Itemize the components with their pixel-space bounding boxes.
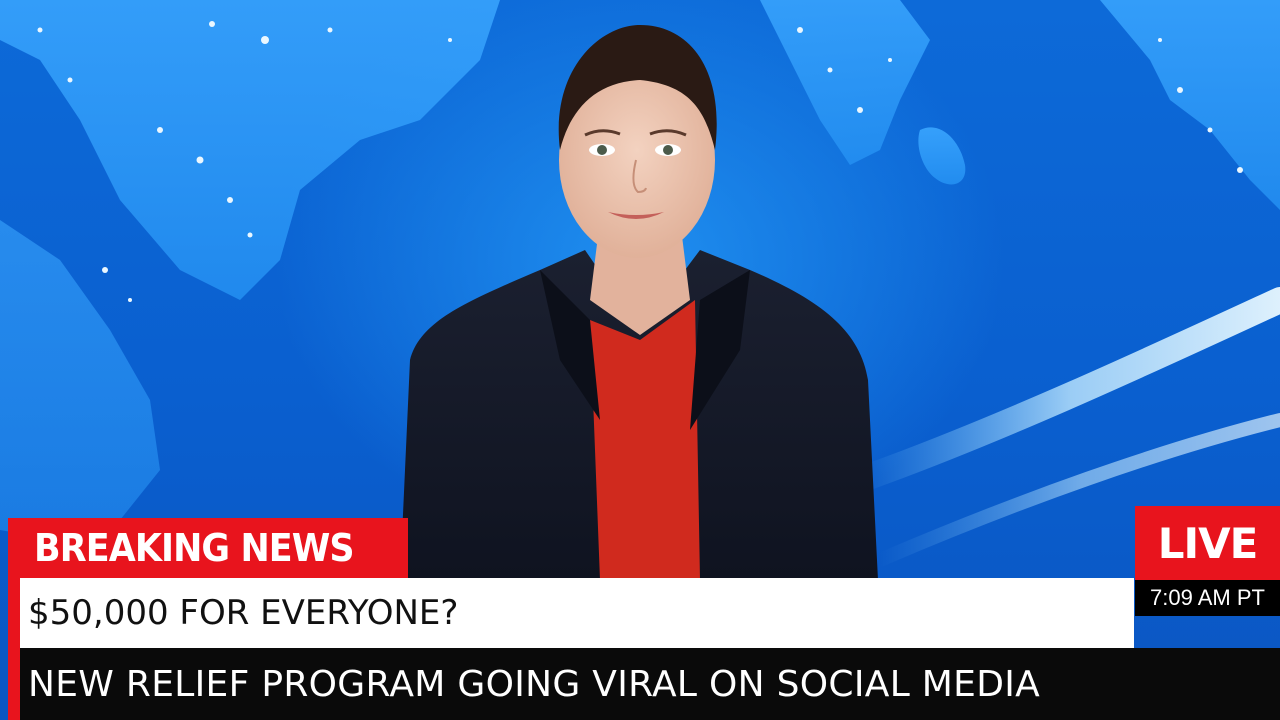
map-landmass-lower bbox=[0, 220, 160, 540]
map-landmass-right bbox=[760, 0, 930, 165]
headline-text: $50,000 FOR EVERYONE? bbox=[28, 593, 459, 633]
live-label: LIVE bbox=[1157, 518, 1259, 568]
map-island bbox=[918, 127, 966, 185]
anchor-blouse bbox=[590, 300, 700, 580]
news-anchor bbox=[400, 25, 878, 580]
live-badge: LIVE bbox=[1135, 506, 1280, 580]
subheadline-bar: NEW RELIEF PROGRAM GOING VIRAL ON SOCIAL… bbox=[20, 648, 1280, 720]
broadcast-frame: BREAKING NEWS $50,000 FOR EVERYONE? NEW … bbox=[0, 0, 1280, 720]
breaking-news-label: BREAKING NEWS bbox=[34, 526, 355, 570]
glow-arc-upper bbox=[847, 287, 1280, 493]
time-badge: 7:09 AM PT bbox=[1135, 580, 1280, 616]
map-landmass-left bbox=[0, 0, 500, 300]
breaking-news-tag: BREAKING NEWS bbox=[8, 518, 408, 578]
subheadline-text: NEW RELIEF PROGRAM GOING VIRAL ON SOCIAL… bbox=[28, 663, 1041, 705]
headline-bar: $50,000 FOR EVERYONE? bbox=[20, 578, 1134, 648]
map-landmass-far-right bbox=[1100, 0, 1280, 210]
broadcast-time: 7:09 AM PT bbox=[1150, 585, 1265, 610]
